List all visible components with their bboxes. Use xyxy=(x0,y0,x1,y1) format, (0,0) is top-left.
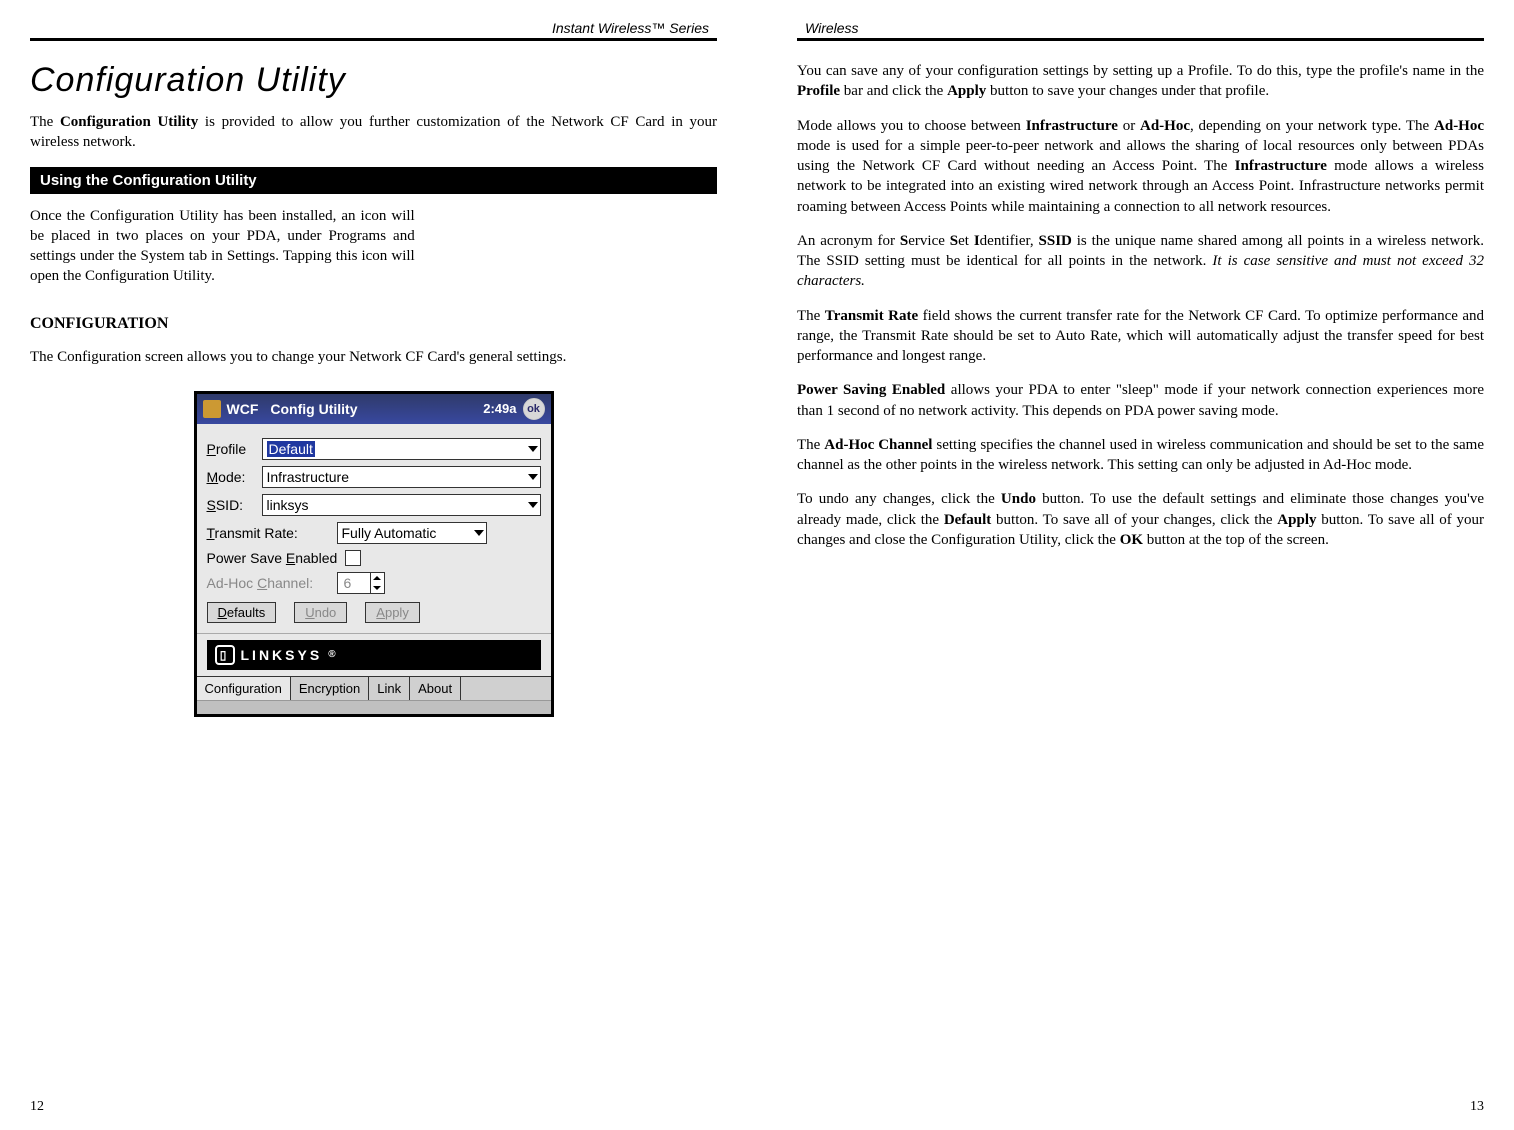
app-name: WCF xyxy=(227,401,259,417)
running-header-right: Wireless xyxy=(797,20,1484,36)
text: An acronym for xyxy=(797,233,900,249)
ssid-label: SSID: xyxy=(207,497,262,513)
paragraph: Mode allows you to choose between Infras… xyxy=(797,116,1484,217)
text: The xyxy=(30,114,60,130)
combo-value: linksys xyxy=(267,497,309,513)
adhoc-channel-spinner[interactable]: 6 xyxy=(337,572,385,594)
left-page: Instant Wireless™ Series Configuration U… xyxy=(30,20,717,1110)
ssid-combo[interactable]: linksys xyxy=(262,494,541,516)
chevron-down-icon xyxy=(528,474,538,480)
text: The xyxy=(797,437,824,453)
clock: 2:49a xyxy=(483,401,516,416)
tab-encryption[interactable]: Encryption xyxy=(291,677,369,700)
paragraph: The Ad-Hoc Channel setting specifies the… xyxy=(797,435,1484,476)
transmit-rate-label: Transmit Rate: xyxy=(207,525,337,541)
transmit-rate-combo[interactable]: Fully Automatic xyxy=(337,522,487,544)
combo-value: Infrastructure xyxy=(267,469,349,485)
paragraph: To undo any changes, click the Undo butt… xyxy=(797,489,1484,550)
text: , depending on your network type. The xyxy=(1190,118,1434,134)
text-bold: Transmit Rate xyxy=(825,308,918,324)
brand-text: LINKSYS xyxy=(241,647,323,663)
text: button at the top of the screen. xyxy=(1143,532,1329,548)
mode-label: Mode: xyxy=(207,469,262,485)
undo-button[interactable]: Undo xyxy=(294,602,347,623)
text-bold: Ad-Hoc xyxy=(1140,118,1190,134)
header-rule xyxy=(797,38,1484,41)
chevron-down-icon xyxy=(528,446,538,452)
page-number: 13 xyxy=(1470,1099,1484,1115)
text-bold: OK xyxy=(1120,532,1143,548)
pda-titlebar: WCF Config Utility 2:49a ok xyxy=(197,394,551,424)
app-icon xyxy=(203,400,221,418)
text-bold: Configuration Utility xyxy=(60,114,198,130)
paragraph: The Configuration screen allows you to c… xyxy=(30,347,717,367)
tab-bar: Configuration Encryption Link About xyxy=(197,676,551,700)
combo-value: Fully Automatic xyxy=(342,525,437,541)
text: button to save your changes under that p… xyxy=(986,83,1269,99)
text: The xyxy=(797,308,825,324)
defaults-button[interactable]: Defaults xyxy=(207,602,277,623)
mode-combo[interactable]: Infrastructure xyxy=(262,466,541,488)
paragraph: Once the Configuration Utility has been … xyxy=(30,206,415,287)
text-bold: Default xyxy=(944,512,992,528)
text: To undo any changes, click the xyxy=(797,491,1001,507)
sub-heading: CONFIGURATION xyxy=(30,315,717,333)
page-number: 12 xyxy=(30,1099,44,1115)
paragraph: Power Saving Enabled allows your PDA to … xyxy=(797,380,1484,421)
text-bold: Undo xyxy=(1001,491,1036,507)
text-bold: Infrastructure xyxy=(1235,158,1327,174)
text-bold: Power Saving Enabled xyxy=(797,382,945,398)
right-page: Wireless You can save any of your config… xyxy=(797,20,1484,1110)
combo-value: Default xyxy=(267,441,315,457)
brand-bar: ▯ LINKSYS ® xyxy=(207,640,541,670)
text-bold: Apply xyxy=(947,83,986,99)
chevron-down-icon xyxy=(528,502,538,508)
text: ervice xyxy=(908,233,950,249)
text: bar and click the xyxy=(840,83,947,99)
pda-screenshot: WCF Config Utility 2:49a ok Profile Defa… xyxy=(194,391,554,717)
spinner-value: 6 xyxy=(344,575,352,591)
power-save-checkbox[interactable] xyxy=(345,550,361,566)
paragraph: You can save any of your configuration s… xyxy=(797,61,1484,102)
text-bold: Profile xyxy=(797,83,840,99)
text-bold: Ad-Hoc xyxy=(1434,118,1484,134)
power-save-label: Power Save Enabled xyxy=(207,550,338,566)
profile-combo[interactable]: Default xyxy=(262,438,541,460)
chevron-down-icon xyxy=(474,530,484,536)
text: dentifier, xyxy=(980,233,1039,249)
text: You can save any of your configuration s… xyxy=(797,63,1484,79)
text-bold: Ad-Hoc Channel xyxy=(824,437,932,453)
text-bold: Apply xyxy=(1277,512,1316,528)
text: et xyxy=(958,233,974,249)
text-bold: S xyxy=(900,233,908,249)
text-bold: Infrastructure xyxy=(1026,118,1118,134)
header-rule xyxy=(30,38,717,41)
text: or xyxy=(1118,118,1140,134)
tab-configuration[interactable]: Configuration xyxy=(197,677,291,700)
tab-link[interactable]: Link xyxy=(369,677,410,700)
stepper-arrows[interactable] xyxy=(370,573,384,593)
ok-button[interactable]: ok xyxy=(523,398,545,420)
profile-label: Profile xyxy=(207,441,262,457)
grip-bar xyxy=(197,700,551,714)
brand-icon: ▯ xyxy=(215,645,235,665)
text-bold: S xyxy=(950,233,958,249)
divider xyxy=(197,633,551,634)
adhoc-channel-label: Ad-Hoc Channel: xyxy=(207,575,337,591)
text-bold: SSID xyxy=(1039,233,1072,249)
intro-paragraph: The Configuration Utility is provided to… xyxy=(30,112,717,153)
apply-button[interactable]: Apply xyxy=(365,602,420,623)
pda-body: Profile Default Mode: Infrastructure SSI… xyxy=(197,424,551,676)
running-header-left: Instant Wireless™ Series xyxy=(30,20,717,36)
section-heading-bar: Using the Configuration Utility xyxy=(30,167,717,194)
text: Mode allows you to choose between xyxy=(797,118,1026,134)
window-title: Config Utility xyxy=(270,401,477,417)
paragraph: An acronym for Service Set Identifier, S… xyxy=(797,231,1484,292)
paragraph: The Transmit Rate field shows the curren… xyxy=(797,306,1484,367)
text: button. To save all of your changes, cli… xyxy=(991,512,1277,528)
page-title: Configuration Utility xyxy=(30,61,717,100)
tab-about[interactable]: About xyxy=(410,677,461,700)
registered-icon: ® xyxy=(328,649,335,660)
